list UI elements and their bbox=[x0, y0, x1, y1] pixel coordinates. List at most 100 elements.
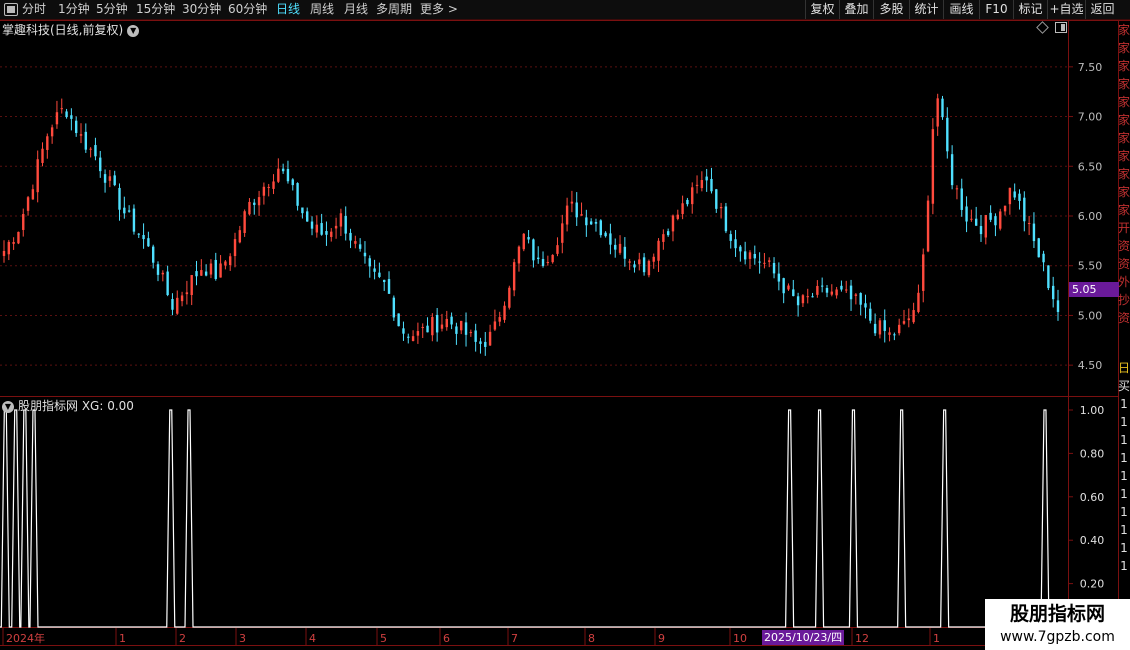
strip-char: 1 bbox=[1120, 451, 1128, 465]
candle-body bbox=[132, 208, 136, 232]
candle-body bbox=[484, 341, 487, 347]
candle-body bbox=[325, 231, 328, 235]
indicator-title: ▼ 股朋指标网 XG: 0.00 bbox=[2, 397, 134, 414]
candle-body bbox=[724, 206, 728, 232]
candle-body bbox=[330, 231, 333, 237]
candle-body bbox=[50, 127, 54, 137]
price-tick-label: 5.00 bbox=[1078, 309, 1103, 322]
candle-body bbox=[493, 321, 497, 330]
candle-body bbox=[195, 271, 198, 277]
chevron-down-icon[interactable]: ▼ bbox=[2, 400, 14, 413]
candle-body bbox=[411, 336, 415, 342]
candle-body bbox=[41, 148, 44, 163]
x-tick-label: 6 bbox=[443, 632, 450, 645]
candle-body bbox=[416, 331, 420, 336]
candle-body bbox=[1003, 205, 1007, 212]
candle-body bbox=[1037, 238, 1040, 258]
candle-body bbox=[89, 148, 92, 150]
candle-body bbox=[474, 330, 477, 342]
candle-body bbox=[984, 214, 988, 238]
candle-body bbox=[60, 108, 63, 110]
candle-body bbox=[816, 285, 819, 295]
candle-body bbox=[123, 207, 126, 214]
candle-body bbox=[893, 334, 896, 336]
candle-body bbox=[970, 218, 973, 220]
candle-body bbox=[936, 98, 939, 127]
strip-char: 1 bbox=[1120, 397, 1128, 411]
candle-body bbox=[479, 341, 482, 344]
candle-body bbox=[878, 320, 882, 335]
strip-char: 1 bbox=[1120, 523, 1128, 537]
candle-body bbox=[7, 241, 11, 255]
candle-body bbox=[200, 270, 203, 276]
candle-body bbox=[229, 256, 232, 266]
price-tick-label: 5.50 bbox=[1078, 260, 1103, 273]
candle-body bbox=[94, 145, 97, 157]
price-tick-label: 6.50 bbox=[1078, 160, 1103, 173]
candle-body bbox=[354, 241, 357, 244]
candle-body bbox=[180, 295, 184, 302]
candle-body bbox=[306, 211, 309, 222]
candle-body bbox=[946, 117, 949, 152]
candle-body bbox=[397, 313, 400, 327]
x-tick-label: 2024年 bbox=[6, 631, 45, 645]
watermark-title: 股朋指标网 bbox=[1009, 603, 1105, 625]
candle-body bbox=[262, 186, 266, 196]
candle-body bbox=[339, 213, 343, 227]
candle-body bbox=[517, 246, 521, 264]
candle-body bbox=[358, 244, 362, 249]
x-tick-label: 3 bbox=[239, 632, 246, 645]
price-tick-label: 6.00 bbox=[1078, 210, 1103, 223]
candle-body bbox=[686, 199, 689, 205]
candle-body bbox=[917, 292, 920, 312]
candle-body bbox=[609, 233, 612, 245]
candle-body bbox=[31, 189, 35, 200]
x-tick-label: 2 bbox=[179, 632, 186, 645]
chart-title-text: 掌趣科技(日线,前复权) bbox=[2, 23, 124, 37]
candle-body bbox=[151, 246, 155, 263]
candle-body bbox=[965, 206, 968, 222]
strip-char: 资 bbox=[1118, 257, 1130, 271]
candle-body bbox=[407, 336, 410, 338]
strip-char bbox=[1118, 327, 1130, 345]
cursor-date-tag: 2025/10/23/四 bbox=[762, 630, 845, 645]
candle-body bbox=[666, 231, 670, 236]
candle-body bbox=[219, 263, 222, 278]
last-price-tag: 5.05 bbox=[1069, 282, 1119, 297]
candle-body bbox=[623, 246, 627, 259]
x-tick-label: 1 bbox=[119, 632, 126, 645]
candle-body bbox=[383, 279, 386, 283]
candle-body bbox=[532, 239, 535, 261]
strip-char: 1 bbox=[1120, 541, 1128, 555]
candle-body bbox=[950, 154, 954, 186]
candle-body bbox=[99, 157, 102, 172]
candle-body bbox=[869, 308, 872, 321]
strip-char: 1 bbox=[1120, 415, 1128, 429]
candle-body bbox=[142, 235, 145, 240]
strip-char: 1 bbox=[1120, 433, 1128, 447]
candle-body bbox=[46, 136, 49, 150]
candle-body bbox=[440, 324, 444, 329]
candle-body bbox=[941, 98, 944, 118]
x-tick-label: 10 bbox=[733, 632, 747, 645]
chevron-down-icon[interactable]: ▼ bbox=[127, 24, 140, 37]
indicator-tick-label: 1.00 bbox=[1080, 404, 1105, 417]
strip-char: 家 bbox=[1118, 113, 1130, 127]
candle-body bbox=[387, 279, 391, 294]
candle-body bbox=[820, 285, 824, 287]
candle-body bbox=[618, 243, 622, 253]
panel-toggle-icon[interactable] bbox=[1055, 22, 1067, 33]
candle-body bbox=[455, 326, 458, 334]
candle-body bbox=[185, 292, 189, 295]
candle-body bbox=[1027, 223, 1031, 225]
candle-body bbox=[715, 189, 718, 209]
candle-body bbox=[546, 262, 550, 264]
strip-char: 家 bbox=[1118, 185, 1130, 199]
candle-body bbox=[565, 205, 569, 225]
x-tick-label: 9 bbox=[658, 632, 665, 645]
candle-body bbox=[1018, 193, 1021, 201]
candle-body bbox=[811, 296, 814, 298]
candle-body bbox=[642, 257, 646, 273]
candle-body bbox=[628, 261, 631, 263]
candle-body bbox=[604, 232, 607, 237]
